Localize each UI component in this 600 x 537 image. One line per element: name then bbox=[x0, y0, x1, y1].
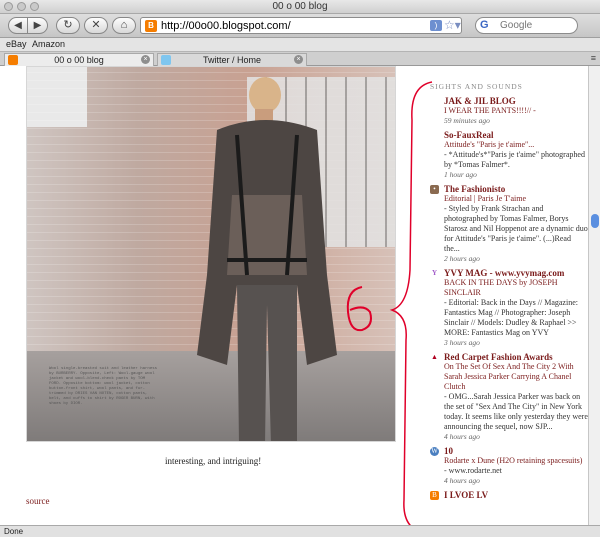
feed-blog-name[interactable]: So-FauxReal bbox=[444, 130, 588, 140]
feed-blog-name[interactable]: JAK & JIL BLOG bbox=[444, 96, 588, 106]
stop-button[interactable]: ✕ bbox=[84, 17, 108, 34]
feed-blog-name[interactable]: 10 bbox=[444, 446, 588, 456]
scrollbar-thumb[interactable] bbox=[591, 214, 599, 228]
tab-00o00-blog[interactable]: 00 o 00 blog × bbox=[4, 53, 154, 66]
model-figure bbox=[197, 77, 337, 441]
feed-post-title[interactable]: I WEAR THE PANTS!!!!// - bbox=[444, 106, 588, 116]
feed-item: ▲ Red Carpet Fashion Awards On The Set O… bbox=[430, 352, 588, 442]
tab-list-icon[interactable]: ≡ bbox=[591, 53, 596, 63]
search-input[interactable] bbox=[500, 18, 574, 33]
bookmarks-bar: eBay Amazon bbox=[0, 38, 600, 52]
window-title: 00 o 00 blog bbox=[272, 1, 328, 12]
feed-snippet: - Editorial: Back in the Days // Magazin… bbox=[444, 298, 578, 337]
blogger-favicon-icon: B bbox=[145, 20, 157, 32]
feed-item: So-FauxReal Attitude's "Paris je t'aime"… bbox=[430, 130, 588, 180]
forward-button[interactable]: ▶ bbox=[28, 17, 48, 34]
google-search-engine-icon[interactable]: G bbox=[480, 19, 489, 31]
fashion-photo: Wool single-breasted suit and leather ha… bbox=[26, 66, 396, 442]
feed-blog-name[interactable]: YVY MAG - www.yvymag.com bbox=[444, 268, 588, 278]
page-content: Wool single-breasted suit and leather ha… bbox=[0, 66, 588, 535]
tab-twitter-home[interactable]: Twitter / Home × bbox=[157, 53, 307, 66]
feed-snippet: - Styled by Frank Strachan and photograp… bbox=[444, 204, 588, 253]
feed-time: 4 hours ago bbox=[444, 432, 480, 441]
feed-time: 4 hours ago bbox=[444, 476, 480, 485]
feed-post-title[interactable]: Editorial | Paris Je T'aime bbox=[444, 194, 588, 204]
window-titlebar: 00 o 00 blog bbox=[0, 0, 600, 14]
feed-post-title[interactable]: Attitude's "Paris je t'aime"... bbox=[444, 140, 588, 150]
navigation-toolbar: ◀ ▶ ↻ ✕ ⌂ B ) ☆▾ G bbox=[0, 14, 600, 38]
window-controls bbox=[4, 2, 39, 11]
widget-heading: SIGHTS AND SOUNDS bbox=[430, 82, 523, 91]
feed-blog-name[interactable]: Red Carpet Fashion Awards bbox=[444, 352, 588, 362]
close-tab-icon[interactable]: × bbox=[141, 55, 150, 64]
tab-strip: 00 o 00 blog × Twitter / Home × ≡ bbox=[0, 52, 600, 66]
back-forward-group: ◀ ▶ bbox=[8, 17, 48, 34]
feed-post-title[interactable]: Rodarte x Dune (H2O retaining spacesuits… bbox=[444, 456, 588, 466]
bookmark-ebay[interactable]: eBay bbox=[6, 39, 27, 49]
bookmark-star-icon[interactable]: ☆▾ bbox=[444, 18, 461, 33]
feed-item: • The Fashionisto Editorial | Paris Je T… bbox=[430, 184, 588, 264]
bookmark-amazon[interactable]: Amazon bbox=[32, 39, 65, 49]
feed-item: W 10 Rodarte x Dune (H2O retaining space… bbox=[430, 446, 588, 486]
blogger-icon: B bbox=[430, 491, 439, 500]
source-link[interactable]: source bbox=[26, 496, 50, 506]
status-bar: Done bbox=[0, 525, 600, 537]
close-tab-icon[interactable]: × bbox=[294, 55, 303, 64]
feed-item: Y YVY MAG - www.yvymag.com BACK IN THE D… bbox=[430, 268, 588, 348]
feed-snippet: - OMG...Sarah Jessica Parker was back on… bbox=[444, 392, 588, 431]
home-button[interactable]: ⌂ bbox=[112, 17, 136, 34]
sights-and-sounds-widget: SIGHTS AND SOUNDS JAK & JIL BLOG I WEAR … bbox=[430, 82, 588, 504]
feed-post-title[interactable]: On The Set Of Sex And The City 2 With Sa… bbox=[444, 362, 588, 392]
twitter-favicon-icon bbox=[161, 55, 171, 65]
feed-time: 2 hours ago bbox=[444, 254, 480, 263]
feed-snippet: - www.rodarte.net bbox=[444, 466, 502, 475]
wordpress-icon: W bbox=[430, 447, 439, 456]
feed-post-title[interactable]: BACK IN THE DAYS by JOSEPH SINCLAIR bbox=[444, 278, 588, 298]
reload-button[interactable]: ↻ bbox=[56, 17, 80, 34]
back-button[interactable]: ◀ bbox=[8, 17, 28, 34]
url-input[interactable] bbox=[161, 18, 401, 33]
shoe-icon: ▲ bbox=[430, 353, 439, 362]
feed-time: 3 hours ago bbox=[444, 338, 480, 347]
tab-label: Twitter / Home bbox=[202, 55, 261, 65]
feed-item: B I LVOE LV bbox=[430, 490, 588, 500]
person-avatar-icon: • bbox=[430, 185, 439, 194]
rss-feed-icon[interactable]: ) bbox=[430, 20, 442, 31]
yvy-logo-icon: Y bbox=[430, 269, 439, 278]
search-box[interactable]: G bbox=[475, 17, 578, 34]
photo-credits-text: Wool single-breasted suit and leather ha… bbox=[49, 367, 158, 406]
minimize-window-button[interactable] bbox=[17, 2, 26, 11]
feed-blog-name[interactable]: The Fashionisto bbox=[444, 184, 588, 194]
feed-snippet: - *Attitude's*"Paris je t'aime" photogra… bbox=[444, 150, 585, 169]
feed-blog-name[interactable]: I LVOE LV bbox=[444, 490, 588, 500]
post-caption: interesting, and intriguing! bbox=[165, 456, 262, 466]
feed-time: 59 minutes ago bbox=[444, 116, 490, 125]
close-window-button[interactable] bbox=[4, 2, 13, 11]
address-bar[interactable]: B ) ☆▾ bbox=[140, 17, 462, 34]
vertical-scrollbar[interactable] bbox=[588, 66, 600, 525]
zoom-window-button[interactable] bbox=[30, 2, 39, 11]
blogger-favicon-icon bbox=[8, 55, 18, 65]
status-text: Done bbox=[4, 527, 24, 536]
feed-time: 1 hour ago bbox=[444, 170, 477, 179]
feed-item: JAK & JIL BLOG I WEAR THE PANTS!!!!// - … bbox=[430, 96, 588, 126]
tab-label: 00 o 00 blog bbox=[54, 55, 104, 65]
